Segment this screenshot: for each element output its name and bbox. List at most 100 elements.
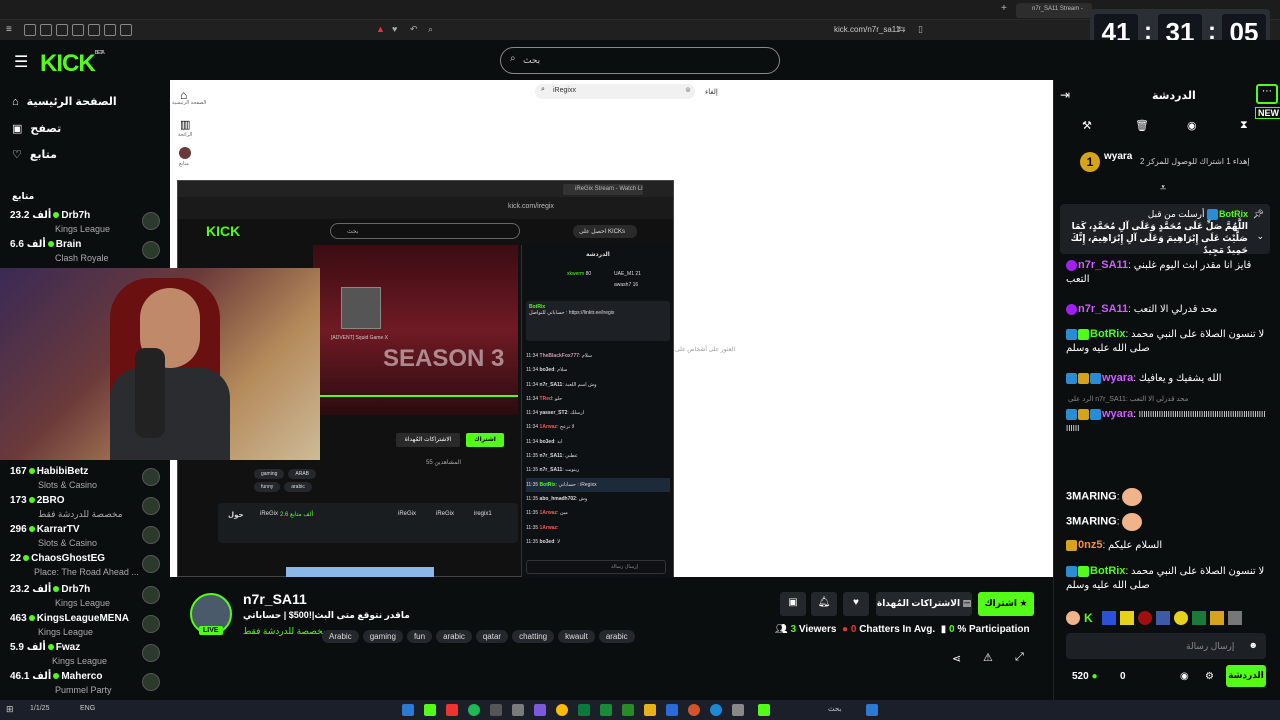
notify-button[interactable]: 🔔︎	[811, 592, 837, 616]
app-icon[interactable]	[688, 704, 700, 716]
emote[interactable]	[1228, 611, 1242, 625]
app-icon[interactable]	[468, 704, 480, 716]
tag[interactable]: arabic	[436, 630, 472, 643]
inner-search-input[interactable]: ⌕ iRegixx ⊗	[535, 84, 695, 99]
sidebar-item-home[interactable]: ⌂ الصفحة الرئيسية	[12, 95, 117, 109]
collapse-chat-icon[interactable]: ⇥	[1060, 88, 1070, 102]
hamburger-icon[interactable]: ☰	[14, 52, 28, 72]
emoji-icon[interactable]: ☻	[1249, 640, 1258, 650]
app-icon[interactable]	[758, 704, 770, 716]
toolbar-icon[interactable]	[88, 24, 100, 36]
app-icon[interactable]	[644, 704, 656, 716]
channel-name[interactable]: n7r_SA11	[243, 591, 307, 607]
search-input[interactable]: ⌕ بحث	[500, 47, 780, 74]
gear-icon[interactable]: ⚙	[1205, 671, 1214, 682]
sidebar-channel[interactable]: 5.9 ألف Fwaz Kings League	[10, 642, 160, 670]
browser-tab[interactable]: n7r_SA11 Stream -	[1016, 3, 1092, 18]
toolbar-icon[interactable]	[104, 24, 116, 36]
app-icon[interactable]	[446, 704, 458, 716]
trash-icon[interactable]: 🗑︎	[1135, 119, 1149, 132]
menu-icon[interactable]: ≡	[6, 24, 12, 35]
chat-bubble-icon[interactable]: ◉	[1187, 119, 1197, 132]
sidebar-channel[interactable]: 23.2 ألف Drb7h Kings League	[10, 584, 160, 612]
app-icon[interactable]	[534, 704, 546, 716]
sidebar-item-following[interactable]: ♡ متابع	[12, 148, 57, 161]
sidebar-channel[interactable]: 167 HabibiBetz Slots & Casino	[10, 466, 160, 494]
url-bar[interactable]: kick.com/n7r_sa11	[834, 25, 900, 34]
send-chat-button[interactable]: الدردشة	[1226, 665, 1266, 687]
clear-icon[interactable]: ⊗	[685, 86, 691, 94]
emote[interactable]	[1174, 611, 1188, 625]
app-icon[interactable]	[490, 704, 502, 716]
chevron-down-icon[interactable]: ⩡	[1160, 182, 1166, 195]
sidebar-channel[interactable]: 46.1 ألف Maherco Pummel Party	[10, 671, 160, 699]
tag[interactable]: fun	[406, 630, 433, 643]
app-icon[interactable]	[556, 704, 568, 716]
app-icon[interactable]	[600, 704, 612, 716]
gift-subs-button[interactable]: الاشتراكات المُهداة ▤	[876, 592, 972, 616]
report-icon[interactable]: ⚠	[983, 651, 993, 664]
app-icon[interactable]	[732, 704, 744, 716]
sidebar-channel[interactable]: 463 KingsLeagueMENA Kings League	[10, 613, 160, 641]
emote[interactable]: K	[1084, 611, 1098, 625]
taskbar-search[interactable]: بحث	[828, 705, 841, 713]
new-tab-icon[interactable]: +	[1001, 3, 1007, 14]
top-gifter-name[interactable]: wyara	[1104, 151, 1132, 162]
emote[interactable]	[1102, 611, 1116, 625]
toolbar-icon[interactable]	[56, 24, 68, 36]
share-icon[interactable]: ⋖	[952, 652, 961, 665]
app-icon[interactable]	[666, 704, 678, 716]
back-icon[interactable]: ↶	[410, 24, 418, 35]
start-icon[interactable]: ⊞	[6, 704, 14, 715]
tag[interactable]: kwault	[558, 630, 595, 643]
tag[interactable]: qatar	[475, 630, 509, 643]
bookmark-icon[interactable]: ▯	[918, 24, 923, 35]
pin-icon[interactable]: 📌︎	[1253, 208, 1264, 220]
app-icon[interactable]	[710, 704, 722, 716]
sidebar-channel[interactable]: 6.6 ألف Brain Clash Royale	[10, 239, 160, 267]
app-icon[interactable]	[622, 704, 634, 716]
tag[interactable]: gaming	[362, 630, 403, 643]
tag[interactable]: arabic	[598, 630, 635, 643]
sidebar-channel[interactable]: 23.2 ألف Drb7h Kings League	[10, 210, 160, 238]
app-icon[interactable]	[402, 704, 414, 716]
translate-icon[interactable]: ⇆	[898, 24, 906, 35]
taskbar-lang[interactable]: ENG	[80, 705, 95, 712]
kick-logo[interactable]: KICKBETA	[40, 50, 105, 78]
clip-button[interactable]: ▣	[780, 592, 806, 616]
search-icon[interactable]: ⌕	[428, 24, 433, 35]
hourglass-icon[interactable]: ⧗	[1240, 119, 1248, 132]
toolbar-icon[interactable]	[72, 24, 84, 36]
emote[interactable]	[1192, 611, 1206, 625]
points-counter[interactable]: 520 ●	[1072, 671, 1098, 682]
toolbar-icon[interactable]	[40, 24, 52, 36]
extension-icon[interactable]: ▲	[376, 24, 385, 34]
toolbar-icon[interactable]	[24, 24, 36, 36]
windows-icon[interactable]	[866, 704, 878, 716]
stream-category[interactable]: مخصصة للدردشة فقط	[243, 626, 328, 637]
theater-mode-icon[interactable]: ⤢	[1015, 651, 1024, 664]
chat-bubble-icon[interactable]: ◉	[1180, 671, 1189, 682]
emote[interactable]	[1210, 611, 1224, 625]
sidebar-channel[interactable]: 296 KarrarTV Slots & Casino	[10, 524, 160, 552]
hammer-icon[interactable]: ⚒	[1082, 119, 1092, 132]
emote[interactable]	[1066, 611, 1080, 625]
app-icon[interactable]	[578, 704, 590, 716]
emote[interactable]	[1156, 611, 1170, 625]
follow-button[interactable]: ♥	[843, 592, 869, 616]
sidebar-channel[interactable]: 22 ChaosGhostEG Place: The Road Ahead ...	[10, 553, 160, 581]
app-icon[interactable]	[512, 704, 524, 716]
sidebar-item-browse[interactable]: ▣ تصفح	[12, 122, 61, 135]
chat-input[interactable]: إرسال رسالة ☻	[1066, 633, 1266, 659]
sidebar-channel[interactable]: 173 2BRO مخصصة للدردشة فقط	[10, 495, 160, 523]
toolbar-icon[interactable]	[120, 24, 132, 36]
emote[interactable]	[1138, 611, 1152, 625]
app-icon[interactable]	[424, 704, 436, 716]
emote[interactable]	[1120, 611, 1134, 625]
chat-menu-button[interactable]: ⋯	[1256, 84, 1278, 104]
kicks-counter[interactable]: 0	[1120, 671, 1126, 682]
tag[interactable]: Arabic	[322, 630, 359, 643]
shield-icon[interactable]: ♥	[392, 24, 397, 34]
subscribe-button[interactable]: اشتراك ★	[978, 592, 1034, 616]
expand-icon[interactable]: ⌄	[1256, 230, 1264, 242]
